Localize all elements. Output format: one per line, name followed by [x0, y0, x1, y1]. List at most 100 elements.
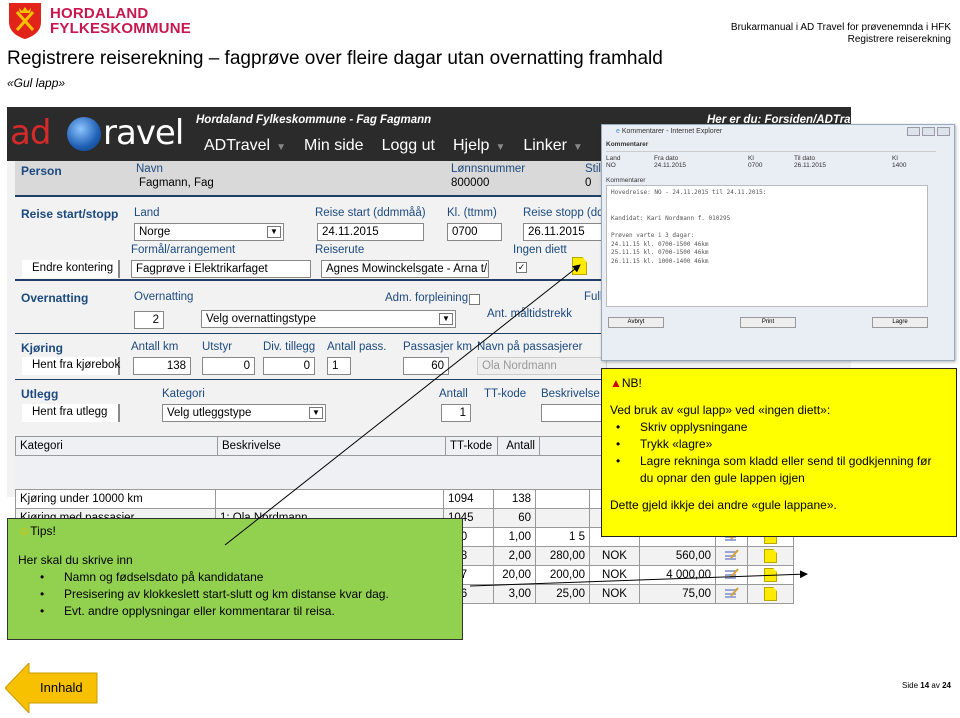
extra-input[interactable]: 0 [263, 357, 315, 375]
tips-intro: Her skal du skrive inn [18, 553, 133, 567]
no-diet-checkbox[interactable]: ✓ [516, 262, 527, 273]
cell-currency: NOK [589, 546, 640, 566]
cell-description [215, 489, 444, 509]
org-logo: HORDALAND FYLKESKOMMUNE [8, 2, 191, 40]
org-name-line2: FYLKESKOMMUNE [50, 20, 191, 37]
menu-hjelp[interactable]: Hjelp ▼ [453, 137, 505, 155]
passenger-names-input[interactable]: Ola Nordmann [477, 357, 607, 375]
cell-count: 1,00 [493, 527, 536, 547]
passenger-km-input[interactable]: 60 [403, 357, 449, 375]
passengers-label: Antall pass. [327, 341, 387, 353]
menu-linker[interactable]: Linker ▼ [523, 137, 582, 155]
globe-logo-icon [67, 117, 101, 151]
menu-adtravel[interactable]: ADTravel ▼ [204, 137, 286, 155]
expense-category-select[interactable]: Velg utleggstype ▼ [162, 404, 326, 422]
position-value: 0 [585, 177, 592, 189]
yellow-note-icon[interactable] [747, 565, 794, 585]
edit-icon[interactable] [715, 546, 748, 566]
maximize-button[interactable] [922, 127, 935, 136]
name-label: Navn [136, 163, 163, 175]
travel-section-title: Reise start/stopp [21, 207, 119, 221]
warning-icon: ▲ [610, 376, 622, 390]
nb-intro: Ved bruk av «gul lapp» ved «ingen diett»… [610, 403, 831, 417]
cell-sum: 75,00 [639, 584, 716, 604]
chevron-down-icon: ▼ [309, 407, 323, 419]
tt-code-label: TT-kode [484, 388, 527, 400]
stop-date-input[interactable]: 26.11.2015 [523, 223, 613, 241]
chevron-down-icon: ▼ [267, 226, 281, 238]
start-date-input[interactable]: 24.11.2015 [317, 223, 424, 241]
passenger-km-label: Passasjer km [403, 341, 473, 353]
table-header-area: Kategori Beskrivelse TT-kode Antall [15, 436, 615, 491]
route-input[interactable]: Agnes Mowinckelsgate - Arna t/r [321, 260, 489, 278]
km-input[interactable]: 138 [133, 357, 191, 375]
tips-item: Evt. andre opplysningar eller kommentara… [34, 603, 452, 620]
equipment-label: Utstyr [202, 341, 233, 353]
adm-catering-label: Adm. forpleining [385, 292, 469, 304]
cell-count: 138 [493, 489, 536, 509]
name-value: Fagmann, Fag [139, 177, 214, 189]
cell-rate: 280,00 [535, 546, 590, 566]
col-header-count[interactable]: Antall [497, 436, 540, 456]
comments-dialog: e Kommentarer - Internet Explorer Kommen… [601, 124, 955, 361]
expense-count-input[interactable]: 1 [441, 404, 471, 422]
edit-icon[interactable] [715, 565, 748, 585]
cell-rate: 1 5 [535, 527, 590, 547]
no-diet-label: Ingen diett [513, 244, 567, 256]
cell-currency: NOK [589, 565, 640, 585]
cell-count: 3,00 [493, 584, 536, 604]
adm-catering-checkbox[interactable] [469, 294, 480, 305]
driving-section-title: Kjøring [21, 341, 63, 355]
salary-value: 800000 [451, 177, 490, 189]
menu-logg-ut[interactable]: Logg ut [382, 137, 435, 155]
overnight-section-title: Overnatting [21, 291, 89, 305]
comments-textarea[interactable]: Hovedreise: NO - 24.11.2015 til 24.11.20… [606, 185, 928, 307]
page-title: Registrere reiserekning – fagprøve over … [7, 48, 663, 69]
col-to-date: Til dato 26.11.2015 [794, 155, 827, 169]
chevron-down-icon: ▼ [495, 142, 506, 153]
cell-count: 2,00 [493, 546, 536, 566]
nb-callout: ▲NB! Ved bruk av «gul lapp» ved «ingen d… [601, 368, 957, 537]
salary-label: Lønnsnummer [451, 163, 526, 175]
tips-callout: ☺Tips! Her skal du skrive inn Namn og fø… [7, 518, 463, 640]
dialog-heading: Kommentarer [606, 141, 649, 148]
description-label: Beskrivelse [541, 388, 600, 400]
chevron-down-icon: ▼ [276, 142, 286, 153]
print-button[interactable]: Print [740, 317, 796, 328]
yellow-note-icon[interactable] [747, 584, 794, 604]
purpose-label: Formål/arrangement [131, 244, 236, 256]
col-header-category[interactable]: Kategori [15, 436, 218, 456]
cancel-button[interactable]: Avbryt [608, 317, 664, 328]
cell-count: 20,00 [493, 565, 536, 585]
back-to-contents-button[interactable]: Innhald [4, 661, 105, 715]
col-to-time: Kl 1400 [892, 155, 907, 169]
col-header-tt-code[interactable]: TT-kode [445, 436, 498, 456]
passengers-input[interactable]: 1 [327, 357, 351, 375]
count-label: Antall [439, 388, 468, 400]
country-select[interactable]: Norge ▼ [134, 223, 284, 241]
org-name-line1: HORDALAND [50, 5, 149, 22]
minimize-button[interactable] [907, 127, 920, 136]
fetch-logbook-button[interactable]: Hent fra kjørebok [22, 357, 120, 375]
running-header: Brukarmanual i AD Travel for prøvenemnda… [731, 22, 951, 46]
fetch-expense-button[interactable]: Hent fra utlegg [22, 404, 120, 422]
overnight-type-select[interactable]: Velg overnattingstype ▼ [201, 310, 456, 328]
route-label: Reiserute [315, 244, 365, 256]
meal-deduction-label: Ant. måltidstrekk [487, 308, 572, 320]
chevron-down-icon: ▼ [572, 142, 583, 153]
equipment-input[interactable]: 0 [202, 357, 255, 375]
yellow-note-icon[interactable] [572, 257, 587, 275]
menu-min-side[interactable]: Min side [304, 137, 364, 155]
save-button[interactable]: Lagre [872, 317, 928, 328]
purpose-input[interactable]: Fagprøve i Elektrikarfaget [131, 260, 311, 278]
nb-item: Lagre rekninga som kladd eller send til … [610, 453, 948, 487]
col-header-description[interactable]: Beskrivelse [217, 436, 446, 456]
page-subtitle: «Gul lapp» [7, 76, 66, 90]
change-account-button[interactable]: Endre kontering [22, 260, 120, 278]
coat-of-arms-icon [9, 3, 41, 39]
close-button[interactable] [937, 127, 950, 136]
start-time-input[interactable]: 0700 [447, 223, 502, 241]
yellow-note-icon[interactable] [747, 546, 794, 566]
overnight-count-input[interactable]: 2 [134, 311, 164, 329]
edit-icon[interactable] [715, 584, 748, 604]
